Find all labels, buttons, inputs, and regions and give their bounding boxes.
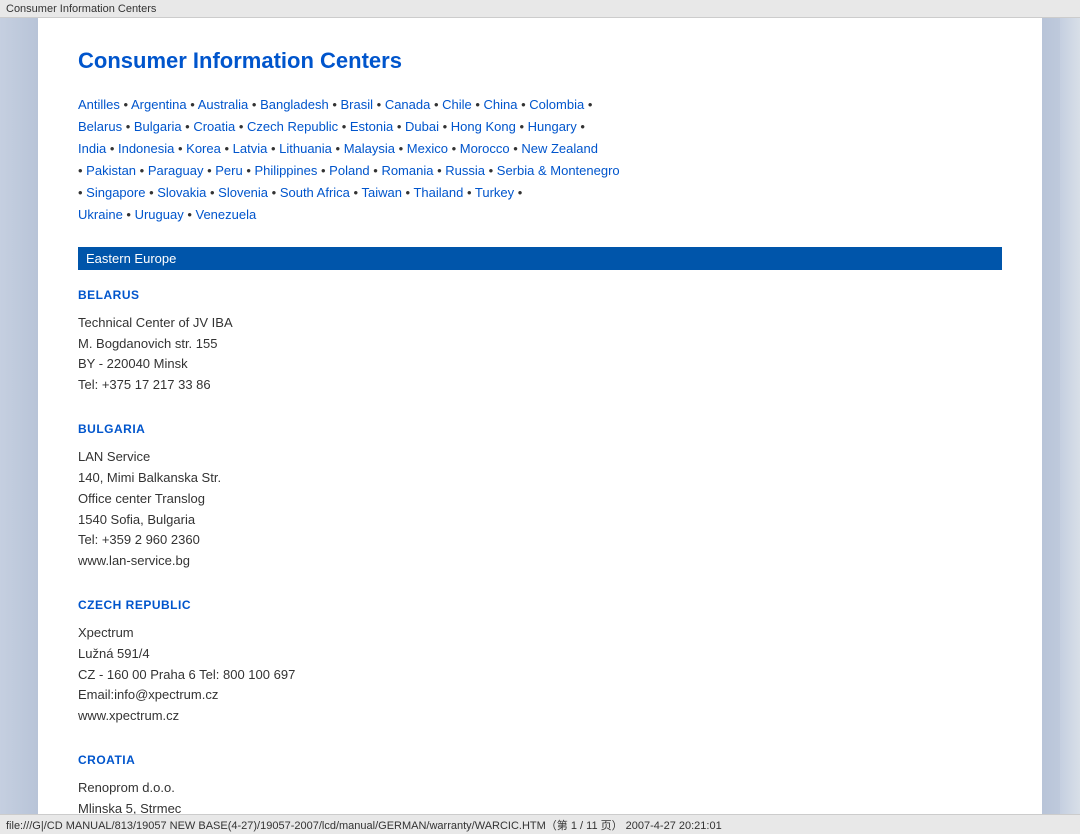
title-bar-text: Consumer Information Centers: [6, 3, 156, 15]
right-sidebar-inner: [1060, 18, 1080, 814]
link-singapore[interactable]: Singapore: [86, 185, 145, 200]
link-canada[interactable]: Canada: [385, 97, 431, 112]
country-details-belarus: Technical Center of JV IBA M. Bogdanovic…: [78, 313, 1002, 396]
link-australia[interactable]: Australia: [198, 97, 249, 112]
link-uruguay[interactable]: Uruguay: [135, 207, 184, 222]
link-turkey[interactable]: Turkey: [475, 185, 514, 200]
link-mexico[interactable]: Mexico: [407, 141, 448, 156]
link-india[interactable]: India: [78, 141, 106, 156]
link-taiwan[interactable]: Taiwan: [361, 185, 401, 200]
link-hungary[interactable]: Hungary: [528, 119, 577, 134]
main-layout: Consumer Information Centers Antilles • …: [0, 18, 1080, 814]
status-bar: file:///G|/CD MANUAL/813/19057 NEW BASE(…: [0, 814, 1080, 834]
content-wrapper: Consumer Information Centers Antilles • …: [38, 18, 1042, 814]
title-bar: Consumer Information Centers: [0, 0, 1080, 18]
link-peru[interactable]: Peru: [215, 163, 242, 178]
right-sidebar: [1042, 18, 1080, 814]
link-korea[interactable]: Korea: [186, 141, 221, 156]
link-estonia[interactable]: Estonia: [350, 119, 393, 134]
left-sidebar: [0, 18, 38, 814]
link-czech-republic[interactable]: Czech Republic: [247, 119, 338, 134]
link-new-zealand[interactable]: New Zealand: [521, 141, 598, 156]
link-antilles[interactable]: Antilles: [78, 97, 120, 112]
section-header-eastern-europe: Eastern Europe: [78, 247, 1002, 270]
link-bulgaria[interactable]: Bulgaria: [134, 119, 182, 134]
link-bangladesh[interactable]: Bangladesh: [260, 97, 329, 112]
link-thailand[interactable]: Thailand: [413, 185, 463, 200]
link-venezuela[interactable]: Venezuela: [196, 207, 257, 222]
link-lithuania[interactable]: Lithuania: [279, 141, 332, 156]
link-indonesia[interactable]: Indonesia: [118, 141, 174, 156]
link-brasil[interactable]: Brasil: [341, 97, 374, 112]
country-name-croatia: CROATIA: [78, 751, 1002, 770]
link-south-africa[interactable]: South Africa: [280, 185, 350, 200]
country-name-czech-republic: CZECH REPUBLIC: [78, 596, 1002, 615]
link-poland[interactable]: Poland: [329, 163, 369, 178]
country-details-czech-republic: Xpectrum Lužná 591/4 CZ - 160 00 Praha 6…: [78, 623, 1002, 727]
country-details-bulgaria: LAN Service 140, Mimi Balkanska Str. Off…: [78, 447, 1002, 572]
link-ukraine[interactable]: Ukraine: [78, 207, 123, 222]
link-dubai[interactable]: Dubai: [405, 119, 439, 134]
country-block-belarus: BELARUS Technical Center of JV IBA M. Bo…: [78, 286, 1002, 396]
link-morocco[interactable]: Morocco: [460, 141, 510, 156]
link-philippines[interactable]: Philippines: [255, 163, 318, 178]
link-belarus[interactable]: Belarus: [78, 119, 122, 134]
country-block-czech-republic: CZECH REPUBLIC Xpectrum Lužná 591/4 CZ -…: [78, 596, 1002, 727]
link-serbia[interactable]: Serbia & Montenegro: [497, 163, 620, 178]
country-block-bulgaria: BULGARIA LAN Service 140, Mimi Balkanska…: [78, 420, 1002, 572]
status-bar-text: file:///G|/CD MANUAL/813/19057 NEW BASE(…: [6, 817, 722, 833]
eastern-europe-section: Eastern Europe BELARUS Technical Center …: [78, 247, 1002, 814]
country-name-belarus: BELARUS: [78, 286, 1002, 305]
link-latvia[interactable]: Latvia: [233, 141, 268, 156]
link-colombia[interactable]: Colombia: [529, 97, 584, 112]
link-croatia[interactable]: Croatia: [193, 119, 235, 134]
country-details-croatia: Renoprom d.o.o. Mlinska 5, Strmec HR - 4…: [78, 778, 1002, 814]
link-romania[interactable]: Romania: [381, 163, 433, 178]
link-chile[interactable]: Chile: [442, 97, 472, 112]
links-section: Antilles • Argentina • Australia • Bangl…: [78, 94, 1002, 227]
link-argentina[interactable]: Argentina: [131, 97, 187, 112]
link-russia[interactable]: Russia: [445, 163, 485, 178]
link-malaysia[interactable]: Malaysia: [344, 141, 395, 156]
link-hong-kong[interactable]: Hong Kong: [451, 119, 516, 134]
link-pakistan[interactable]: Pakistan: [86, 163, 136, 178]
link-slovakia[interactable]: Slovakia: [157, 185, 206, 200]
link-paraguay[interactable]: Paraguay: [148, 163, 204, 178]
page-title: Consumer Information Centers: [78, 48, 1002, 74]
link-slovenia[interactable]: Slovenia: [218, 185, 268, 200]
link-china[interactable]: China: [484, 97, 518, 112]
country-block-croatia: CROATIA Renoprom d.o.o. Mlinska 5, Strme…: [78, 751, 1002, 814]
country-name-bulgaria: BULGARIA: [78, 420, 1002, 439]
